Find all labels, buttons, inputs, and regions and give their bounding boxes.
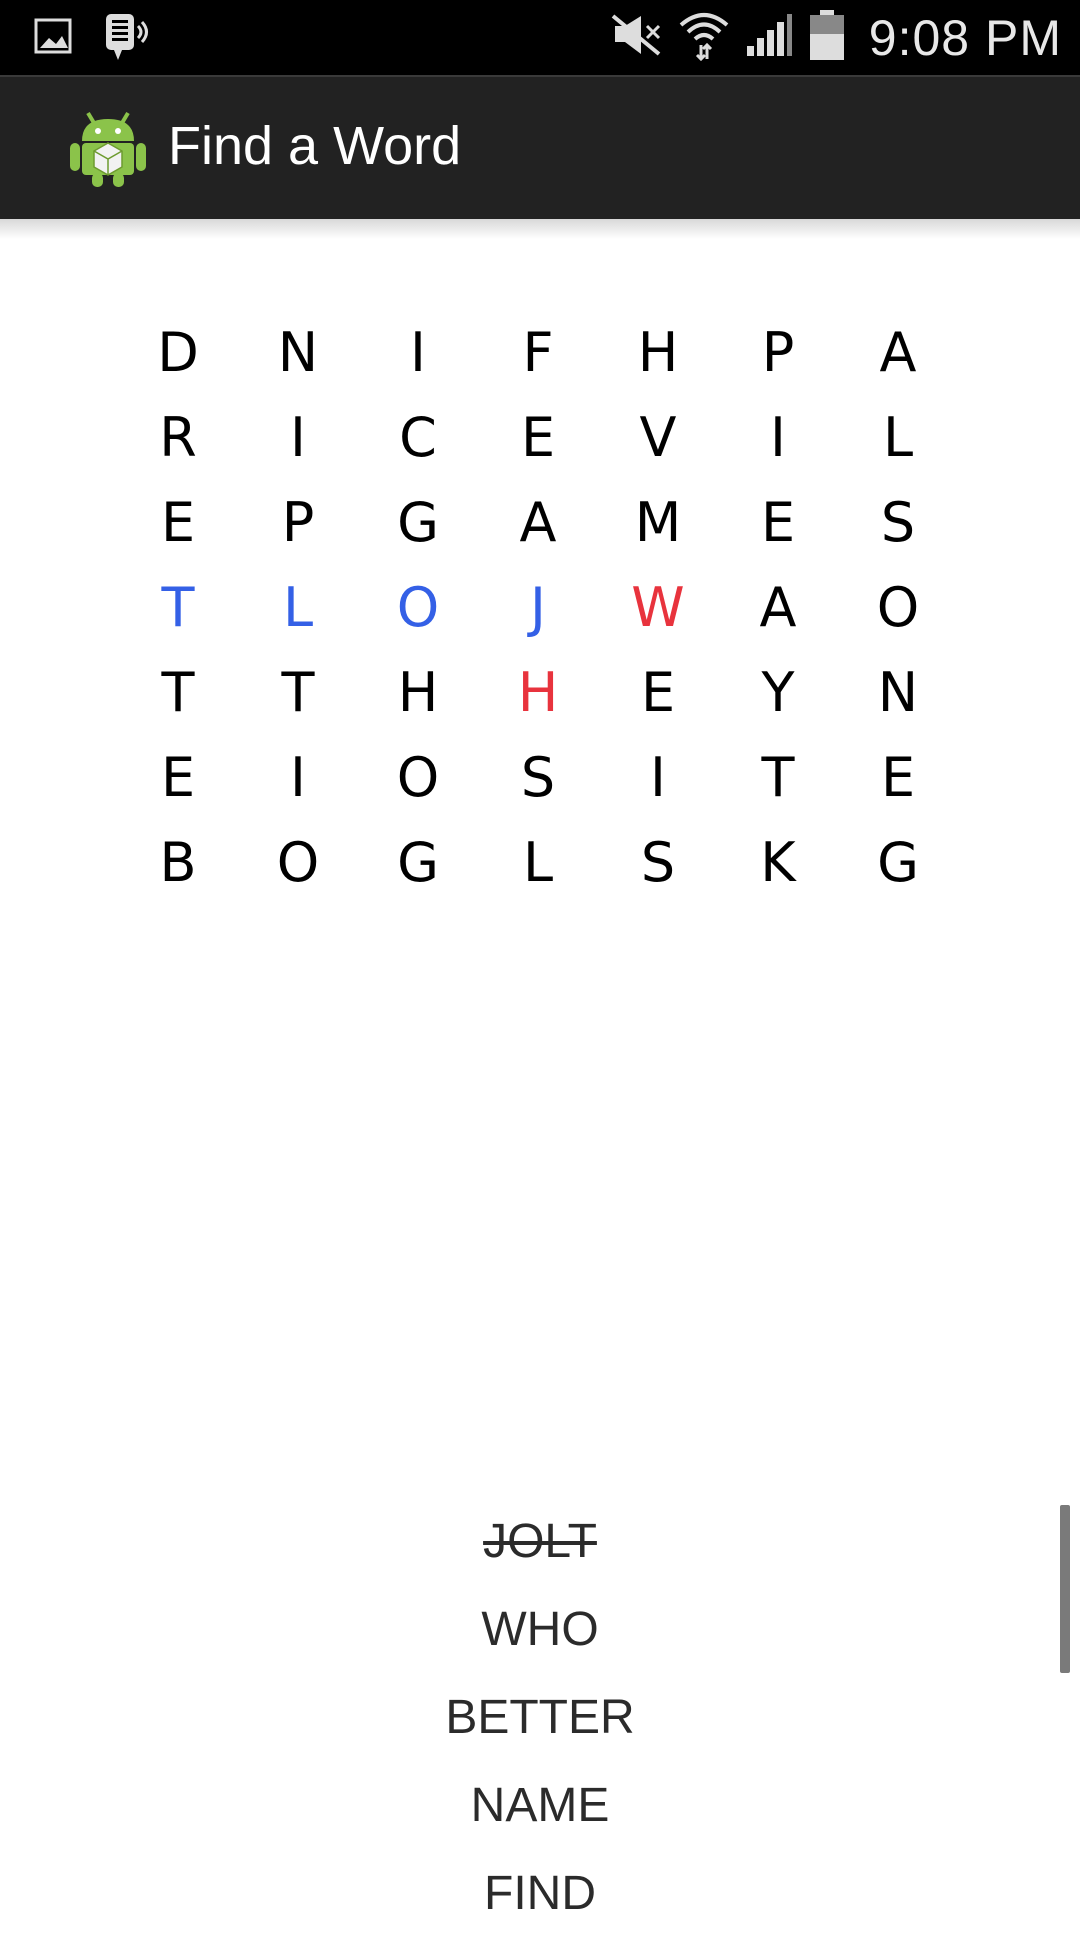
app-title: Find a Word <box>168 116 462 176</box>
grid-letter-cell[interactable]: S <box>838 491 958 554</box>
grid-letter-cell[interactable]: N <box>838 661 958 724</box>
grid-letter-cell[interactable]: E <box>118 746 238 809</box>
grid-letter-cell[interactable]: S <box>598 831 718 894</box>
grid-row: EPGAMES <box>118 480 958 565</box>
grid-letter-cell[interactable]: S <box>478 746 598 809</box>
grid-letter-cell[interactable]: A <box>478 491 598 554</box>
grid-letter-cell[interactable]: L <box>478 831 598 894</box>
wifi-icon <box>677 9 731 66</box>
status-bar: 9:08 PM <box>0 0 1080 75</box>
grid-row: TTHHEYN <box>118 650 958 735</box>
grid-letter-cell[interactable]: T <box>118 576 238 639</box>
grid-letter-cell[interactable]: I <box>238 406 358 469</box>
grid-letter-cell[interactable]: O <box>838 576 958 639</box>
grid-letter-cell[interactable]: C <box>358 406 478 469</box>
grid-row: DNIFHPA <box>118 310 958 395</box>
status-time: 9:08 PM <box>868 9 1062 66</box>
grid-letter-cell[interactable]: P <box>238 491 358 554</box>
grid-letter-cell[interactable]: E <box>478 406 598 469</box>
grid-letter-cell[interactable]: A <box>838 321 958 384</box>
action-bar: Find a Word <box>0 75 1080 219</box>
grid-letter-cell[interactable]: E <box>598 661 718 724</box>
grid-letter-cell[interactable]: F <box>478 321 598 384</box>
grid-letter-cell[interactable]: O <box>358 576 478 639</box>
grid-letter-cell[interactable]: T <box>238 661 358 724</box>
grid-letter-cell[interactable]: L <box>238 576 358 639</box>
word-list: JOLT WHO BETTER NAME FIND <box>0 1498 1080 1938</box>
android-app-icon[interactable] <box>68 105 148 189</box>
grid-letter-cell[interactable]: Y <box>718 661 838 724</box>
grid-row: BOGLSKG <box>118 820 958 905</box>
word-list-item: NAME <box>470 1779 610 1832</box>
letter-grid[interactable]: DNIFHPARICEVILEPGAMESTLOJWAOTTHHEYNEIOSI… <box>118 310 958 905</box>
grid-letter-cell[interactable]: I <box>238 746 358 809</box>
word-list-item: FIND <box>484 1867 596 1920</box>
grid-letter-cell[interactable]: L <box>838 406 958 469</box>
grid-letter-cell[interactable]: R <box>118 406 238 469</box>
grid-letter-cell[interactable]: I <box>718 406 838 469</box>
battery-icon <box>807 8 847 67</box>
grid-letter-cell[interactable]: W <box>598 576 718 639</box>
grid-letter-cell[interactable]: I <box>358 321 478 384</box>
voicemail-icon <box>104 12 154 67</box>
grid-letter-cell[interactable]: V <box>598 406 718 469</box>
grid-letter-cell[interactable]: H <box>358 661 478 724</box>
grid-letter-cell[interactable]: E <box>718 491 838 554</box>
action-bar-shadow <box>0 219 1080 239</box>
scrollbar[interactable] <box>1060 1505 1070 1673</box>
grid-letter-cell[interactable]: J <box>478 576 598 639</box>
grid-letter-cell[interactable]: G <box>838 831 958 894</box>
grid-letter-cell[interactable]: B <box>118 831 238 894</box>
grid-row: RICEVIL <box>118 395 958 480</box>
grid-letter-cell[interactable]: A <box>718 576 838 639</box>
mute-icon <box>611 12 663 63</box>
signal-icon <box>745 12 793 63</box>
grid-letter-cell[interactable]: H <box>478 661 598 724</box>
grid-letter-cell[interactable]: O <box>238 831 358 894</box>
grid-letter-cell[interactable]: G <box>358 831 478 894</box>
grid-letter-cell[interactable]: T <box>118 661 238 724</box>
grid-letter-cell[interactable]: O <box>358 746 478 809</box>
grid-letter-cell[interactable]: I <box>598 746 718 809</box>
grid-letter-cell[interactable]: G <box>358 491 478 554</box>
grid-letter-cell[interactable]: N <box>238 321 358 384</box>
grid-letter-cell[interactable]: D <box>118 321 238 384</box>
grid-letter-cell[interactable]: K <box>718 831 838 894</box>
gallery-icon <box>34 18 74 61</box>
grid-letter-cell[interactable]: E <box>118 491 238 554</box>
word-list-item: JOLT <box>483 1515 597 1568</box>
grid-letter-cell[interactable]: P <box>718 321 838 384</box>
word-list-item: BETTER <box>445 1691 635 1744</box>
grid-letter-cell[interactable]: M <box>598 491 718 554</box>
grid-letter-cell[interactable]: E <box>838 746 958 809</box>
word-list-item: WHO <box>481 1603 599 1656</box>
grid-letter-cell[interactable]: T <box>718 746 838 809</box>
grid-row: TLOJWAO <box>118 565 958 650</box>
grid-row: EIOSITE <box>118 735 958 820</box>
grid-letter-cell[interactable]: H <box>598 321 718 384</box>
